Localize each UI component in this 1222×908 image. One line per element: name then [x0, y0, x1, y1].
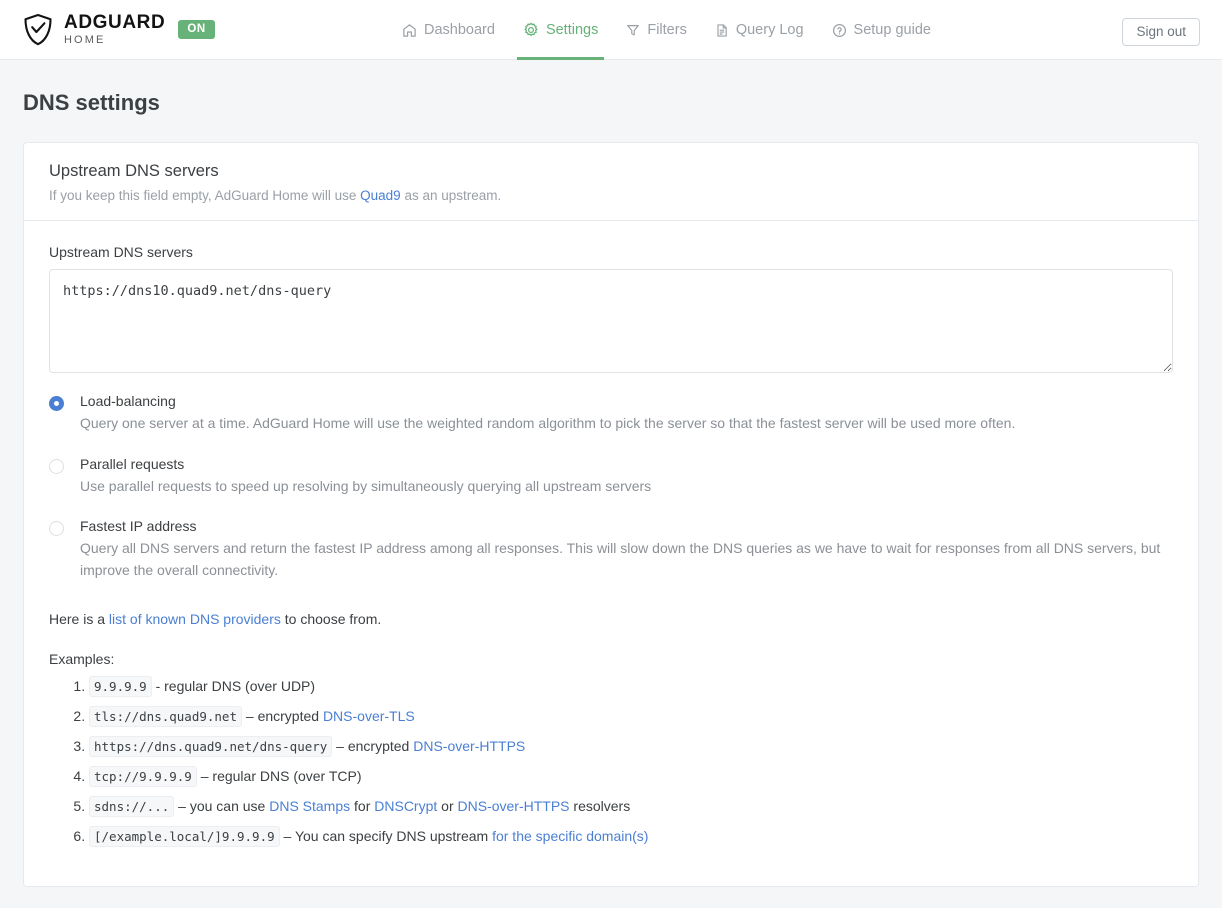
card-subtitle-suffix: as an upstream. — [401, 188, 502, 203]
card-body: Upstream DNS servers Load-balancing Quer… — [24, 221, 1198, 886]
example-item-2: tls://dns.quad9.net – encrypted DNS-over… — [89, 706, 1173, 727]
example-code: tcp://9.9.9.9 — [89, 766, 197, 787]
card-header: Upstream DNS servers If you keep this fi… — [24, 143, 1198, 221]
sign-out-button[interactable]: Sign out — [1122, 18, 1200, 46]
radio-fastest-ip-input[interactable] — [49, 521, 64, 536]
radio-load-balancing-input[interactable] — [49, 396, 64, 411]
radio-description: Use parallel requests to speed up resolv… — [80, 476, 651, 498]
brand-logo[interactable]: ADGUARD HOME ON — [23, 13, 215, 46]
nav-item-settings[interactable]: Settings — [509, 0, 612, 60]
home-icon — [402, 23, 417, 38]
example-text-tail: resolvers — [570, 798, 631, 814]
radio-label[interactable]: Load-balancing — [80, 393, 1015, 409]
nav-item-dashboard[interactable]: Dashboard — [388, 0, 509, 60]
page-title: DNS settings — [23, 90, 1222, 116]
example-text: – regular DNS (over TCP) — [197, 768, 362, 784]
dns-over-https-link[interactable]: DNS-over-HTTPS — [413, 738, 525, 754]
upstream-dns-card: Upstream DNS servers If you keep this fi… — [23, 142, 1199, 887]
radio-label[interactable]: Fastest IP address — [80, 518, 1173, 534]
example-item-4: tcp://9.9.9.9 – regular DNS (over TCP) — [89, 766, 1173, 787]
nav-item-filters[interactable]: Filters — [612, 0, 700, 60]
example-text: – encrypted — [332, 738, 413, 754]
example-text-mid2: or — [437, 798, 457, 814]
radio-label[interactable]: Parallel requests — [80, 456, 651, 472]
radio-option-load-balancing[interactable]: Load-balancing Query one server at a tim… — [49, 393, 1173, 435]
brand-wordmark: ADGUARD HOME — [64, 13, 165, 46]
example-code: [/example.local/]9.9.9.9 — [89, 826, 280, 847]
providers-prefix: Here is a — [49, 611, 109, 627]
gear-icon — [523, 22, 539, 38]
nav-label: Query Log — [736, 22, 804, 38]
shield-check-icon — [23, 13, 53, 46]
card-heading: Upstream DNS servers — [49, 162, 1173, 181]
example-code: sdns://... — [89, 796, 174, 817]
example-item-3: https://dns.quad9.net/dns-query – encryp… — [89, 736, 1173, 757]
known-dns-providers-link[interactable]: list of known DNS providers — [109, 611, 281, 627]
example-text: – you can use — [174, 798, 269, 814]
nav-label: Filters — [647, 22, 686, 38]
brand-subtitle: HOME — [64, 35, 165, 46]
dns-over-tls-link[interactable]: DNS-over-TLS — [323, 708, 415, 724]
resolution-mode-radio-group: Load-balancing Query one server at a tim… — [49, 393, 1173, 582]
example-code: 9.9.9.9 — [89, 676, 152, 697]
card-subtitle-prefix: If you keep this field empty, AdGuard Ho… — [49, 188, 360, 203]
example-code: https://dns.quad9.net/dns-query — [89, 736, 332, 757]
card-subtitle: If you keep this field empty, AdGuard Ho… — [49, 188, 1173, 203]
nav-item-query-log[interactable]: Query Log — [701, 0, 818, 60]
nav-item-setup-guide[interactable]: Setup guide — [818, 0, 945, 60]
radio-option-fastest-ip[interactable]: Fastest IP address Query all DNS servers… — [49, 518, 1173, 581]
status-badge: ON — [178, 20, 214, 39]
radio-texts: Fastest IP address Query all DNS servers… — [80, 518, 1173, 581]
radio-texts: Parallel requests Use parallel requests … — [80, 456, 651, 498]
radio-description: Query all DNS servers and return the fas… — [80, 538, 1173, 581]
nav-label: Setup guide — [854, 22, 931, 38]
radio-description: Query one server at a time. AdGuard Home… — [80, 413, 1015, 435]
upstream-field-label: Upstream DNS servers — [49, 244, 1173, 260]
example-code: tls://dns.quad9.net — [89, 706, 242, 727]
examples-list: 9.9.9.9 - regular DNS (over UDP) tls://d… — [49, 676, 1173, 847]
providers-suffix: to choose from. — [281, 611, 381, 627]
example-item-1: 9.9.9.9 - regular DNS (over UDP) — [89, 676, 1173, 697]
example-text: – encrypted — [242, 708, 323, 724]
known-providers-line: Here is a list of known DNS providers to… — [49, 611, 1173, 627]
nav-label: Dashboard — [424, 22, 495, 38]
example-text: - regular DNS (over UDP) — [152, 678, 315, 694]
main-nav: Dashboard Settings Filters — [388, 0, 945, 60]
funnel-icon — [626, 23, 640, 37]
document-icon — [715, 23, 729, 38]
question-circle-icon — [832, 23, 847, 38]
radio-option-parallel-requests[interactable]: Parallel requests Use parallel requests … — [49, 456, 1173, 498]
dns-stamps-link[interactable]: DNS Stamps — [269, 798, 350, 814]
dns-over-https-link-2[interactable]: DNS-over-HTTPS — [458, 798, 570, 814]
example-text: – You can specify DNS upstream — [280, 828, 492, 844]
example-item-6: [/example.local/]9.9.9.9 – You can speci… — [89, 826, 1173, 847]
examples-title: Examples: — [49, 651, 1173, 667]
example-text-mid: for — [350, 798, 374, 814]
dnscrypt-link[interactable]: DNSCrypt — [374, 798, 437, 814]
upstream-dns-textarea[interactable] — [49, 269, 1173, 373]
radio-parallel-requests-input[interactable] — [49, 459, 64, 474]
example-item-5: sdns://... – you can use DNS Stamps for … — [89, 796, 1173, 817]
quad9-link[interactable]: Quad9 — [360, 188, 401, 203]
app-header: ADGUARD HOME ON Dashboard Settings — [0, 0, 1222, 60]
nav-label: Settings — [546, 22, 598, 38]
brand-title: ADGUARD — [64, 13, 165, 32]
radio-texts: Load-balancing Query one server at a tim… — [80, 393, 1015, 435]
specific-domains-link[interactable]: for the specific domain(s) — [492, 828, 648, 844]
